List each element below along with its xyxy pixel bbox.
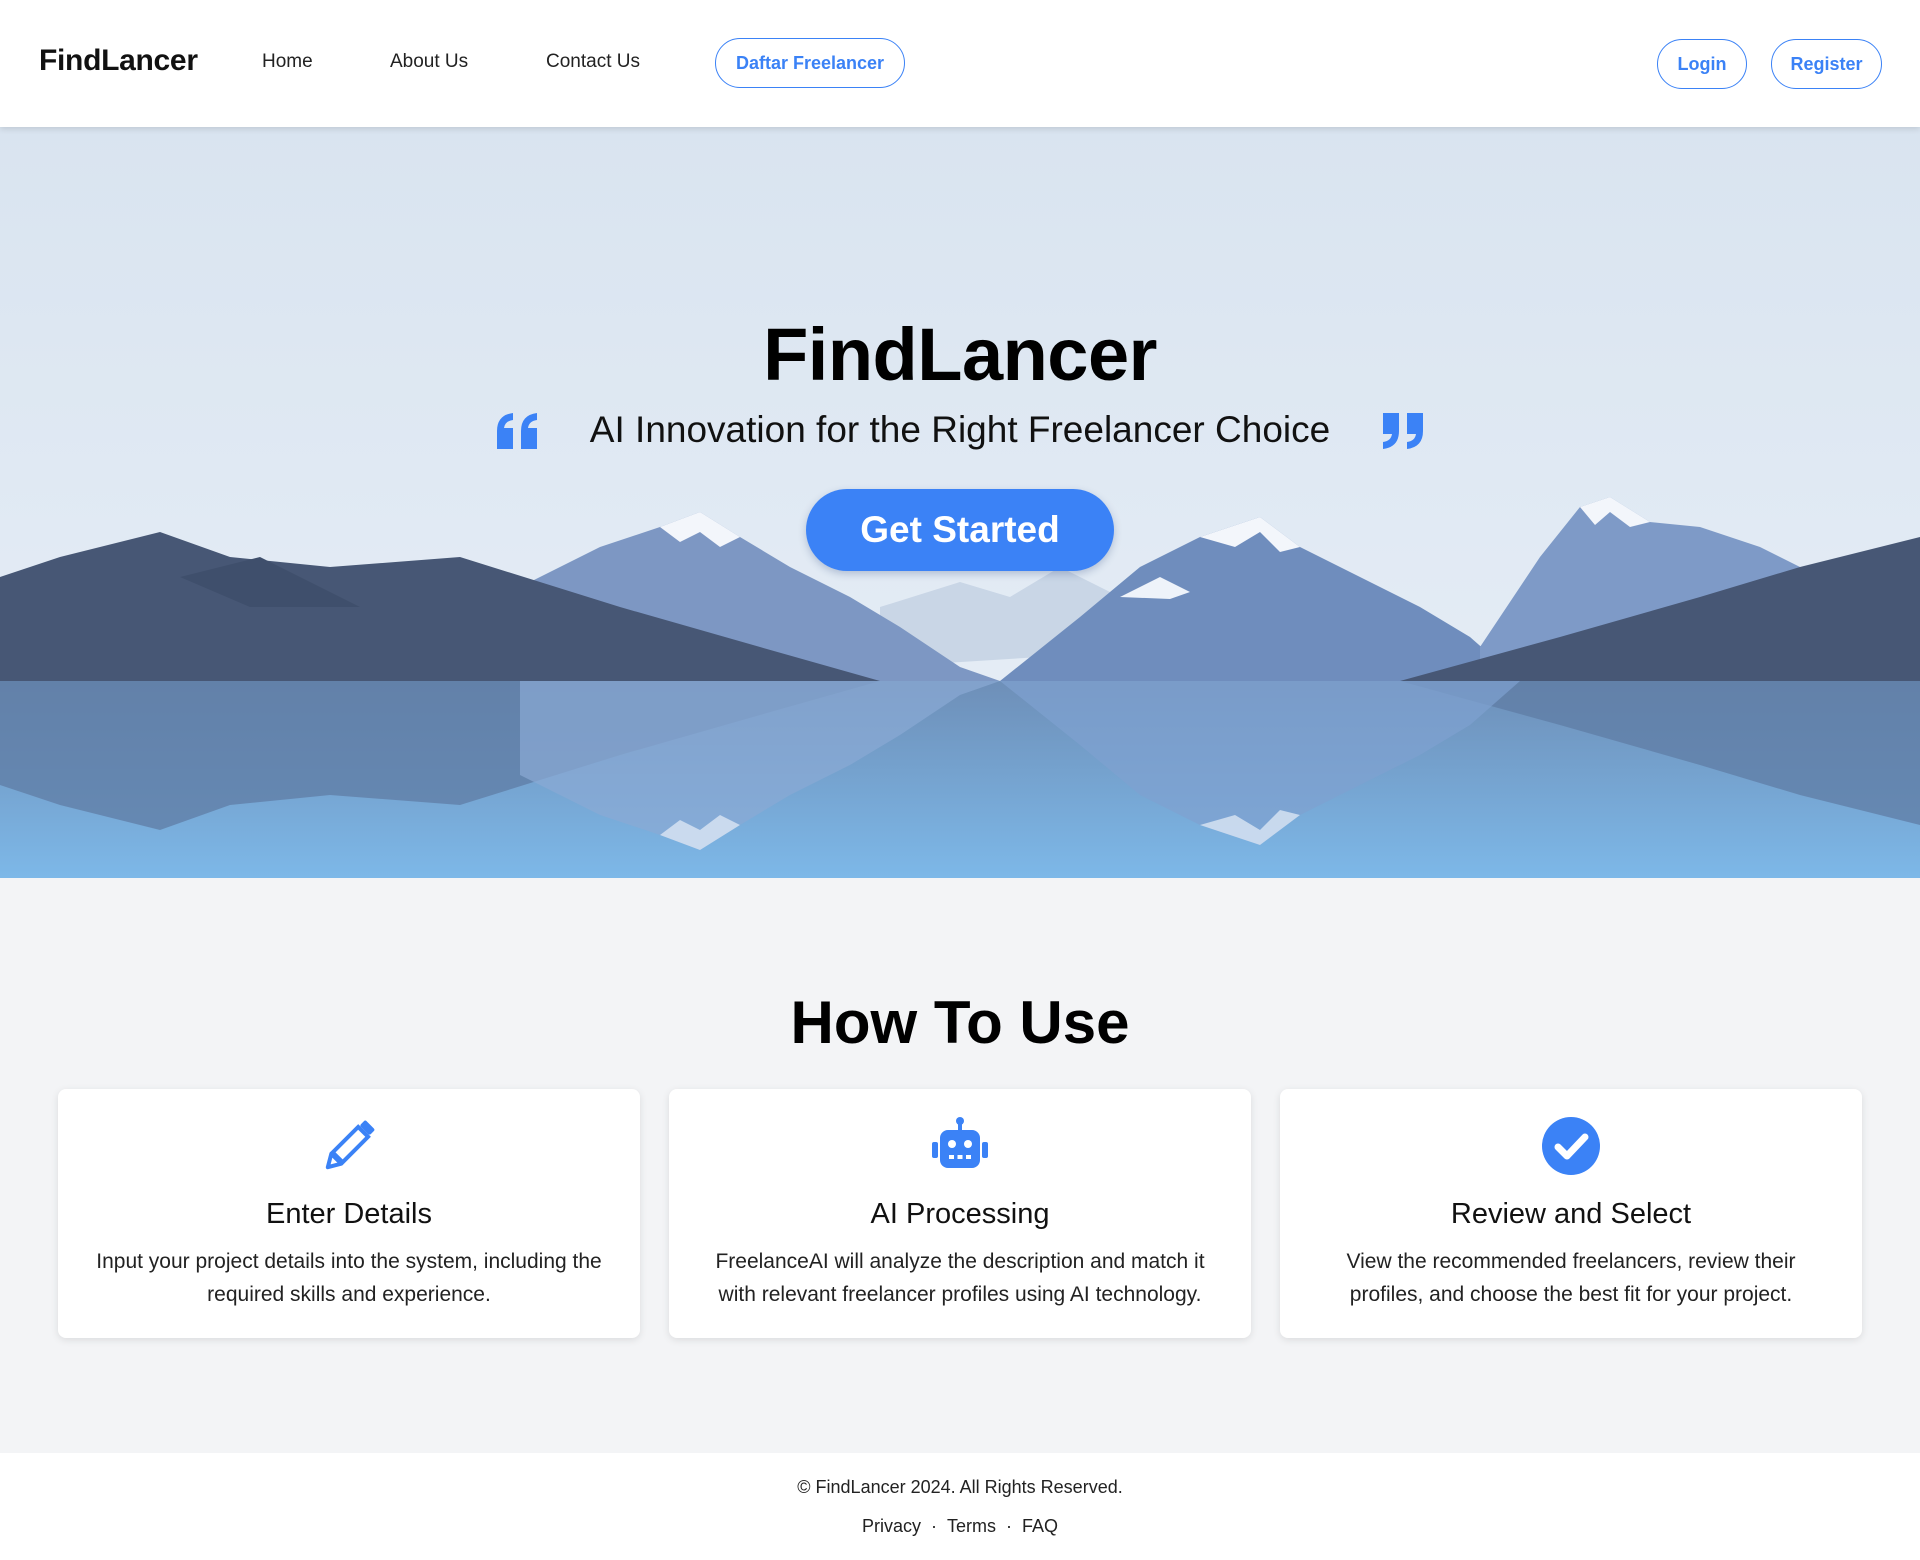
nav-home-link[interactable]: Home	[262, 51, 313, 73]
step-card-review-select: Review and Select View the recommended f…	[1280, 1089, 1862, 1338]
step-card-ai-processing: AI Processing FreelanceAI will analyze t…	[669, 1089, 1251, 1338]
login-button[interactable]: Login	[1657, 39, 1747, 89]
hero-subtitle: AI Innovation for the Right Freelancer C…	[589, 409, 1331, 450]
how-to-use-heading: How To Use	[790, 989, 1130, 1056]
register-button[interactable]: Register	[1771, 39, 1882, 89]
step-card-enter-details: Enter Details Input your project details…	[58, 1089, 640, 1338]
footer: © FindLancer 2024. All Rights Reserved. …	[0, 1453, 1920, 1560]
quote-right-icon	[1379, 411, 1425, 456]
step-title: Review and Select	[1450, 1198, 1692, 1230]
footer-copyright: © FindLancer 2024. All Rights Reserved.	[797, 1477, 1123, 1497]
footer-separator: ·	[931, 1516, 937, 1536]
brand-logo[interactable]: FindLancer	[39, 44, 198, 78]
step-title: Enter Details	[265, 1198, 432, 1230]
step-title: AI Processing	[870, 1198, 1050, 1230]
step-description: Input your project details into the syst…	[96, 1250, 602, 1306]
pencil-icon	[319, 1116, 379, 1176]
daftar-freelancer-button[interactable]: Daftar Freelancer	[715, 38, 905, 88]
faq-link[interactable]: FAQ	[1022, 1516, 1058, 1536]
footer-links: Privacy · Terms · FAQ	[0, 1516, 1920, 1537]
nav-contact-link[interactable]: Contact Us	[546, 51, 640, 73]
terms-link[interactable]: Terms	[947, 1516, 996, 1536]
step-description: View the recommended freelancers, review…	[1346, 1250, 1796, 1306]
robot-icon	[930, 1116, 990, 1176]
get-started-button[interactable]: Get Started	[806, 489, 1114, 571]
step-description: FreelanceAI will analyze the description…	[715, 1250, 1205, 1306]
footer-separator: ·	[1006, 1516, 1012, 1536]
navbar: FindLancer Home About Us Contact Us Daft…	[0, 0, 1920, 127]
hero-title: FindLancer	[763, 313, 1157, 396]
privacy-link[interactable]: Privacy	[862, 1516, 921, 1536]
hero-section: FindLancer AI Innovation for the Right F…	[0, 127, 1920, 878]
nav-about-link[interactable]: About Us	[390, 51, 468, 73]
check-circle-icon	[1541, 1116, 1601, 1176]
